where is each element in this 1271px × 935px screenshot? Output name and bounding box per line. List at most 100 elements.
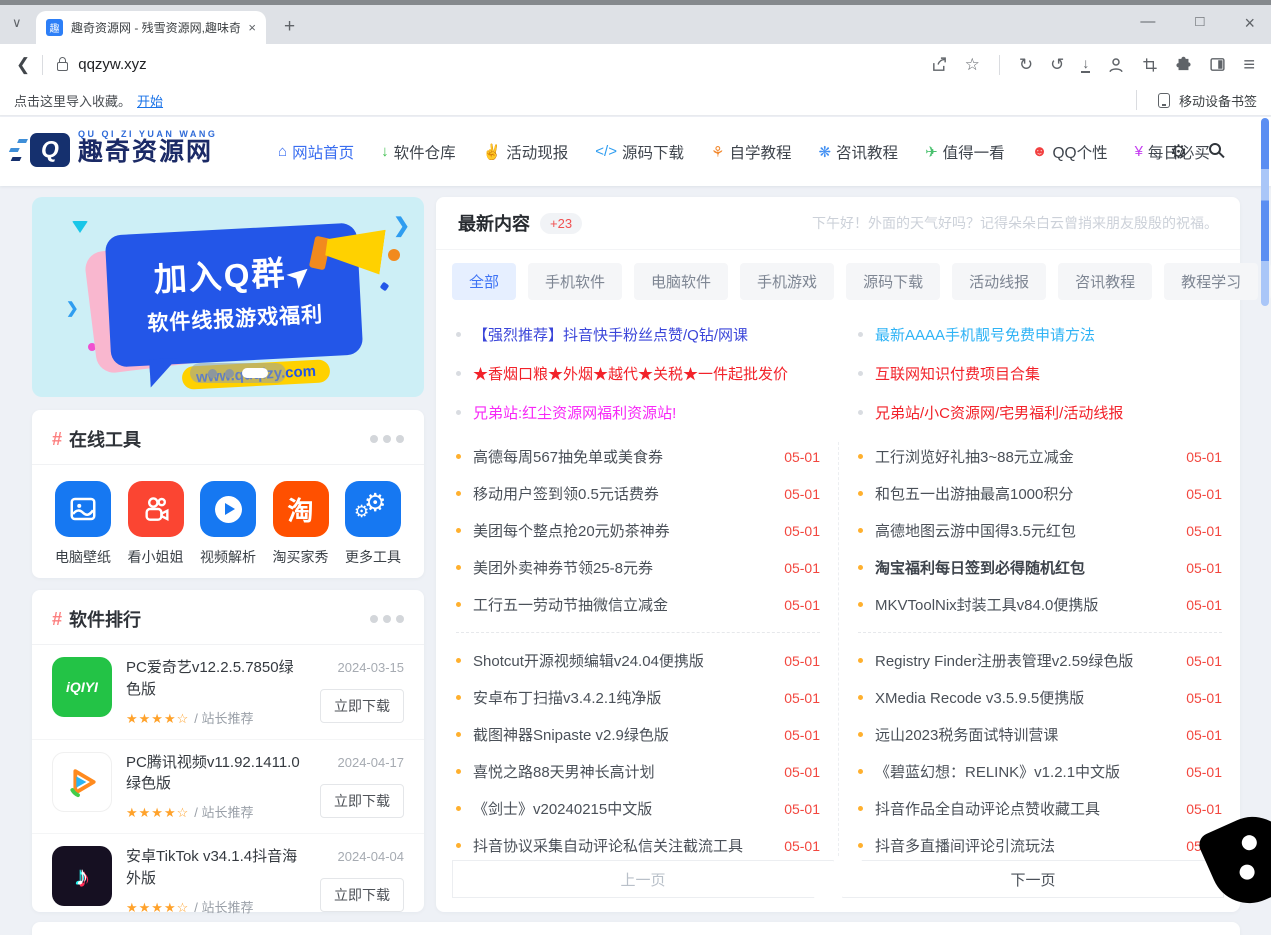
- browser-tab[interactable]: 趣 趣奇资源网 - 残雪资源网,趣味奇 ×: [36, 11, 266, 44]
- close-button[interactable]: ×: [1244, 13, 1255, 34]
- download-now-button[interactable]: 立即下载: [320, 878, 404, 912]
- category-tab[interactable]: 源码下载: [846, 263, 940, 300]
- next-page-button[interactable]: 下一页: [842, 860, 1224, 898]
- bookmark-star-icon[interactable]: ☆: [965, 56, 980, 73]
- tool-wallpaper[interactable]: 电脑壁纸: [50, 481, 116, 567]
- nav-item[interactable]: ☻ QQ个性: [1032, 141, 1108, 163]
- list-item[interactable]: XMedia Recode v3.5.9.5便携版05-01: [838, 679, 1240, 716]
- category-tab[interactable]: 电脑软件: [634, 263, 728, 300]
- app-name-link[interactable]: PC腾讯视频v11.92.1411.0绿色版: [126, 752, 306, 796]
- app-name-link[interactable]: 安卓TikTok v34.1.4抖音海外版: [126, 846, 306, 890]
- list-item[interactable]: 淘宝福利每日签到必得随机红包05-01: [838, 549, 1240, 586]
- featured-link[interactable]: 【强烈推荐】抖音快手粉丝点赞/Q钻/网课: [436, 315, 838, 354]
- nav-item[interactable]: </> 源码下载: [595, 141, 684, 163]
- lock-icon[interactable]: [57, 62, 68, 71]
- reload-icon[interactable]: ↻: [1019, 56, 1033, 73]
- nav-item[interactable]: ❋ 咨讯教程: [818, 141, 898, 163]
- download-now-button[interactable]: 立即下载: [320, 784, 404, 818]
- featured-link[interactable]: 最新AAAA手机靓号免费申请方法: [838, 315, 1240, 354]
- list-item[interactable]: 远山2023税务面试特训营课05-01: [838, 716, 1240, 753]
- nav-item[interactable]: ✈ 值得一看: [925, 141, 1005, 163]
- extensions-icon[interactable]: [1175, 56, 1192, 73]
- nav-item[interactable]: ⌂ 网站首页: [278, 141, 354, 163]
- list-item[interactable]: 工行浏览好礼抽3~88元立减金05-01: [838, 438, 1240, 475]
- category-tab[interactable]: 全部: [452, 263, 516, 300]
- list-item[interactable]: 移动用户签到领0.5元话费券05-01: [436, 475, 838, 512]
- list-item[interactable]: 和包五一出游抽最高1000积分05-01: [838, 475, 1240, 512]
- download-icon[interactable]: ↓: [1081, 56, 1090, 73]
- new-count-badge: +23: [540, 213, 582, 234]
- mobile-bookmarks[interactable]: 移动设备书签: [1124, 90, 1257, 110]
- more-dots-icon[interactable]: [370, 435, 404, 443]
- list-item[interactable]: 高德每周567抽免单或美食券05-01: [436, 438, 838, 475]
- search-icon[interactable]: [1209, 143, 1221, 155]
- list-item[interactable]: 喜悦之路88天男神长高计划05-01: [436, 753, 838, 790]
- tab-close-icon[interactable]: ×: [248, 20, 256, 35]
- tab-list-chevron-icon[interactable]: ∨: [12, 15, 22, 31]
- import-start-link[interactable]: 开始: [137, 91, 163, 110]
- carousel-dots[interactable]: [190, 363, 286, 383]
- featured-link[interactable]: ★香烟口粮★外烟★越代★关税★一件起批发价: [436, 354, 838, 393]
- carousel-next-icon[interactable]: ❯: [393, 213, 410, 238]
- maximize-button[interactable]: □: [1195, 13, 1204, 34]
- history-icon[interactable]: ↺: [1050, 56, 1064, 73]
- settings-gear-icon[interactable]: ⚙: [1170, 141, 1187, 164]
- address-bar[interactable]: qqzyw.xyz: [78, 56, 146, 73]
- bullet-icon: [456, 332, 461, 337]
- minimize-button[interactable]: —: [1140, 13, 1155, 34]
- share-icon[interactable]: [931, 56, 948, 73]
- list-item[interactable]: 《碧蓝幻想：RELINK》v1.2.1中文版05-01: [838, 753, 1240, 790]
- new-tab-button[interactable]: +: [284, 16, 295, 38]
- list-item[interactable]: 抖音作品全自动评论点赞收藏工具05-01: [838, 790, 1240, 827]
- crop-icon[interactable]: [1142, 57, 1158, 73]
- featured-links-left: 【强烈推荐】抖音快手粉丝点赞/Q钻/网课 ★香烟口粮★外烟★越代★关税★一件起批…: [436, 315, 838, 432]
- back-icon[interactable]: ❮: [16, 55, 30, 75]
- list-item[interactable]: Registry Finder注册表管理v2.59绿色版05-01: [838, 642, 1240, 679]
- item-date: 05-01: [784, 801, 820, 817]
- category-tab[interactable]: 教程学习: [1164, 263, 1258, 300]
- tool-taobao-show[interactable]: 淘 淘买家秀: [268, 481, 334, 567]
- featured-link[interactable]: 兄弟站:红尘资源网福利资源站!: [436, 393, 838, 432]
- more-dots-icon[interactable]: [370, 615, 404, 623]
- list-item[interactable]: MKVToolNix封装工具v84.0便携版05-01: [838, 586, 1240, 623]
- latest-content-card: 最新内容 +23 下午好！外面的天气好吗？记得朵朵白云曾捎来朋友殷殷的祝福。 全…: [436, 197, 1240, 912]
- list-item[interactable]: Shotcut开源视频编辑v24.04便携版05-01: [436, 642, 838, 679]
- list-item[interactable]: 美团外卖神券节领25-8元券05-01: [436, 549, 838, 586]
- profile-icon[interactable]: [1107, 56, 1125, 74]
- carousel-prev-icon[interactable]: ❯: [66, 299, 79, 317]
- tool-video-parser[interactable]: 视频解析: [195, 481, 261, 567]
- category-tab[interactable]: 咨讯教程: [1058, 263, 1152, 300]
- kuaishou-camera-icon: [128, 481, 184, 537]
- list-item[interactable]: 抖音协议采集自动评论私信关注截流工具05-01: [436, 827, 838, 864]
- prev-page-button[interactable]: 上一页: [452, 860, 834, 898]
- featured-link[interactable]: 兄弟站/小C资源网/宅男福利/活动线报: [838, 393, 1240, 432]
- list-item[interactable]: 工行五一劳动节抽微信立减金05-01: [436, 586, 838, 623]
- page-scrollbar[interactable]: [1261, 118, 1269, 306]
- app-name-link[interactable]: PC爱奇艺v12.2.5.7850绿色版: [126, 657, 306, 701]
- category-tab[interactable]: 手机软件: [528, 263, 622, 300]
- list-item[interactable]: 抖音多直播间评论引流玩法05-01: [838, 827, 1240, 864]
- promo-banner[interactable]: 加入Q群➤ 软件线报游戏福利 www.quqizy.com ❯ ❯: [32, 197, 424, 397]
- software-ranking-card: # 软件排行 iQIYI PC爱奇艺v12.2.5.7850绿色版 ★★★★☆/…: [32, 590, 424, 912]
- download-now-button[interactable]: 立即下载: [320, 689, 404, 723]
- ranking-row: ♪ 安卓TikTok v34.1.4抖音海外版 ★★★★☆/ 站长推荐 2024…: [32, 833, 424, 928]
- software-ranking-title: 软件排行: [69, 606, 141, 632]
- site-logo[interactable]: Q QU QI ZI YUAN WANG 趣奇资源网: [30, 129, 217, 167]
- nav-item[interactable]: ↓ 软件仓库: [381, 141, 456, 163]
- list-item[interactable]: 截图神器Snipaste v2.9绿色版05-01: [436, 716, 838, 753]
- list-item[interactable]: 高德地图云游中国得3.5元红包05-01: [838, 512, 1240, 549]
- menu-icon[interactable]: ≡: [1243, 55, 1255, 75]
- nav-item-icon: ✌: [483, 143, 502, 161]
- list-item[interactable]: 《剑士》v20240215中文版05-01: [436, 790, 838, 827]
- featured-link[interactable]: 互联网知识付费项目合集: [838, 354, 1240, 393]
- list-item[interactable]: 安卓布丁扫描v3.4.2.1纯净版05-01: [436, 679, 838, 716]
- category-tab[interactable]: 活动线报: [952, 263, 1046, 300]
- nav-item[interactable]: ⚘ 自学教程: [711, 141, 791, 163]
- list-item[interactable]: 美团每个整点抢20元奶茶神券05-01: [436, 512, 838, 549]
- tool-girls-video[interactable]: 看小姐姐: [123, 481, 189, 567]
- nav-item[interactable]: ✌ 活动现报: [483, 141, 569, 163]
- split-view-icon[interactable]: [1209, 56, 1226, 73]
- tool-more-tools[interactable]: ⚙⚙ 更多工具: [340, 481, 406, 567]
- category-tab[interactable]: 手机游戏: [740, 263, 834, 300]
- window-controls: — □ ×: [1140, 13, 1255, 34]
